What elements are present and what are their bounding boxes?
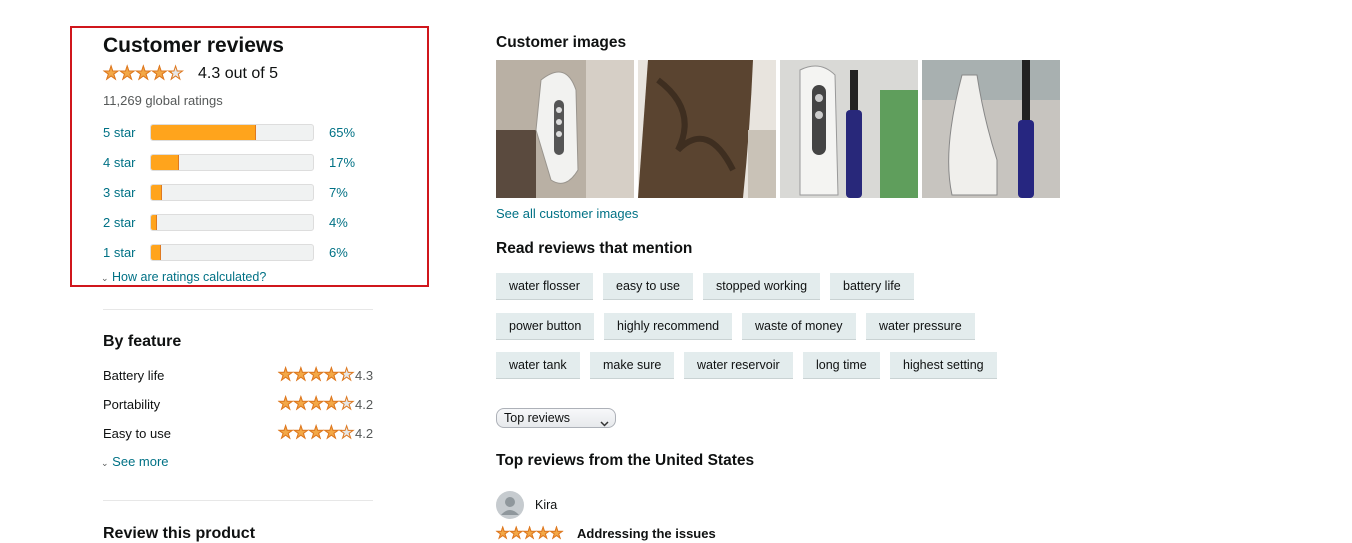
mention-chip[interactable]: power button xyxy=(496,313,595,339)
feature-row: Battery life ★★★★★★★★★★4.3 xyxy=(103,366,375,386)
divider xyxy=(103,309,373,310)
star-level-link[interactable]: 3 star xyxy=(103,185,136,200)
histogram-row[interactable]: 3 star 7% xyxy=(103,183,363,203)
mention-chip[interactable]: water flosser xyxy=(496,273,593,299)
histogram-bar-fill xyxy=(151,215,158,230)
review-this-product-title: Review this product xyxy=(103,525,256,542)
rating-text: 4.3 out of 5 xyxy=(198,65,279,82)
see-all-images-link[interactable]: See all customer images xyxy=(496,206,638,221)
star-rating-icon: ★★★★★★★★★★ xyxy=(277,365,355,384)
feature-row: Portability ★★★★★★★★★★4.2 xyxy=(103,395,375,415)
histogram-row[interactable]: 2 star 4% xyxy=(103,213,363,233)
feature-value: 4.3 xyxy=(355,368,374,383)
histogram-row[interactable]: 1 star 6% xyxy=(103,243,363,263)
histogram-percent[interactable]: 65% xyxy=(329,125,355,140)
how-ratings-calculated-link[interactable]: ⌄ How are ratings calculated? xyxy=(101,270,266,284)
review-headline[interactable]: Addressing the issues xyxy=(577,526,716,541)
star-rating-icon: ★★★★★★★★★★ xyxy=(103,63,185,83)
histogram-bar-fill xyxy=(151,155,179,170)
mention-chip[interactable]: water pressure xyxy=(866,313,975,339)
how-calculated-label: How are ratings calculated? xyxy=(112,270,267,284)
mention-chip[interactable]: waste of money xyxy=(742,313,856,339)
histogram-percent[interactable]: 7% xyxy=(329,185,348,200)
mentions-title: Read reviews that mention xyxy=(496,240,693,257)
star-level-link[interactable]: 1 star xyxy=(103,245,136,260)
histogram-percent[interactable]: 4% xyxy=(329,215,348,230)
global-ratings: 11,269 global ratings xyxy=(103,93,223,108)
mention-chip[interactable]: water tank xyxy=(496,352,580,378)
by-feature-title: By feature xyxy=(103,333,182,350)
histogram-percent[interactable]: 6% xyxy=(329,245,348,260)
sort-selected: Top reviews xyxy=(504,411,570,425)
sort-dropdown[interactable]: Top reviews xyxy=(496,408,616,428)
customer-image-3[interactable] xyxy=(780,60,918,198)
feature-value: 4.2 xyxy=(355,397,374,412)
histogram-bar[interactable] xyxy=(150,244,314,261)
divider xyxy=(103,500,373,501)
histogram-bar-fill xyxy=(151,185,163,200)
star-level-link[interactable]: 2 star xyxy=(103,215,136,230)
mention-chip[interactable]: highest setting xyxy=(890,352,997,378)
mention-chip[interactable]: stopped working xyxy=(703,273,821,299)
chevron-down-icon xyxy=(600,414,609,432)
star-level-link[interactable]: 4 star xyxy=(103,155,136,170)
mention-chip[interactable]: water reservoir xyxy=(684,352,793,378)
mention-chip[interactable]: make sure xyxy=(590,352,675,378)
histogram-bar-fill xyxy=(151,245,161,260)
feature-row: Easy to use ★★★★★★★★★★4.2 xyxy=(103,424,375,444)
customer-image-4[interactable] xyxy=(922,60,1060,198)
histogram-bar[interactable] xyxy=(150,214,314,231)
histogram-bar[interactable] xyxy=(150,154,314,171)
histogram-bar[interactable] xyxy=(150,124,314,141)
star-rating-icon: ★★★★★★★★★★ xyxy=(277,423,355,442)
chevron-down-icon: ⌄ xyxy=(101,273,109,283)
mention-chip[interactable]: long time xyxy=(803,352,880,378)
customer-image-2[interactable] xyxy=(638,60,776,198)
histogram-bar[interactable] xyxy=(150,184,314,201)
mention-chip[interactable]: battery life xyxy=(830,273,914,299)
feature-name: Easy to use xyxy=(103,426,171,441)
see-more-link[interactable]: ⌄ See more xyxy=(101,454,169,469)
top-reviews-title: Top reviews from the United States xyxy=(496,452,755,469)
avatar-icon xyxy=(496,491,524,519)
feature-name: Portability xyxy=(103,397,161,412)
customer-images-title: Customer images xyxy=(496,34,627,51)
customer-reviews-title: Customer reviews xyxy=(103,34,284,57)
mention-chip[interactable]: easy to use xyxy=(603,273,693,299)
customer-image-1[interactable] xyxy=(496,60,634,198)
star-rating-icon: ★★★★★★★★★★ xyxy=(495,525,564,542)
star-level-link[interactable]: 5 star xyxy=(103,125,136,140)
histogram-bar-fill xyxy=(151,125,257,140)
feature-value: 4.2 xyxy=(355,426,374,441)
see-more-label: See more xyxy=(112,454,169,469)
histogram-percent[interactable]: 17% xyxy=(329,155,355,170)
histogram-row[interactable]: 4 star 17% xyxy=(103,153,363,173)
star-rating-icon: ★★★★★★★★★★ xyxy=(277,394,355,413)
chevron-down-icon: ⌄ xyxy=(101,458,109,468)
feature-name: Battery life xyxy=(103,368,165,383)
histogram-row[interactable]: 5 star 65% xyxy=(103,123,363,143)
review-author: Kira xyxy=(535,498,558,512)
mention-chip[interactable]: highly recommend xyxy=(604,313,733,339)
